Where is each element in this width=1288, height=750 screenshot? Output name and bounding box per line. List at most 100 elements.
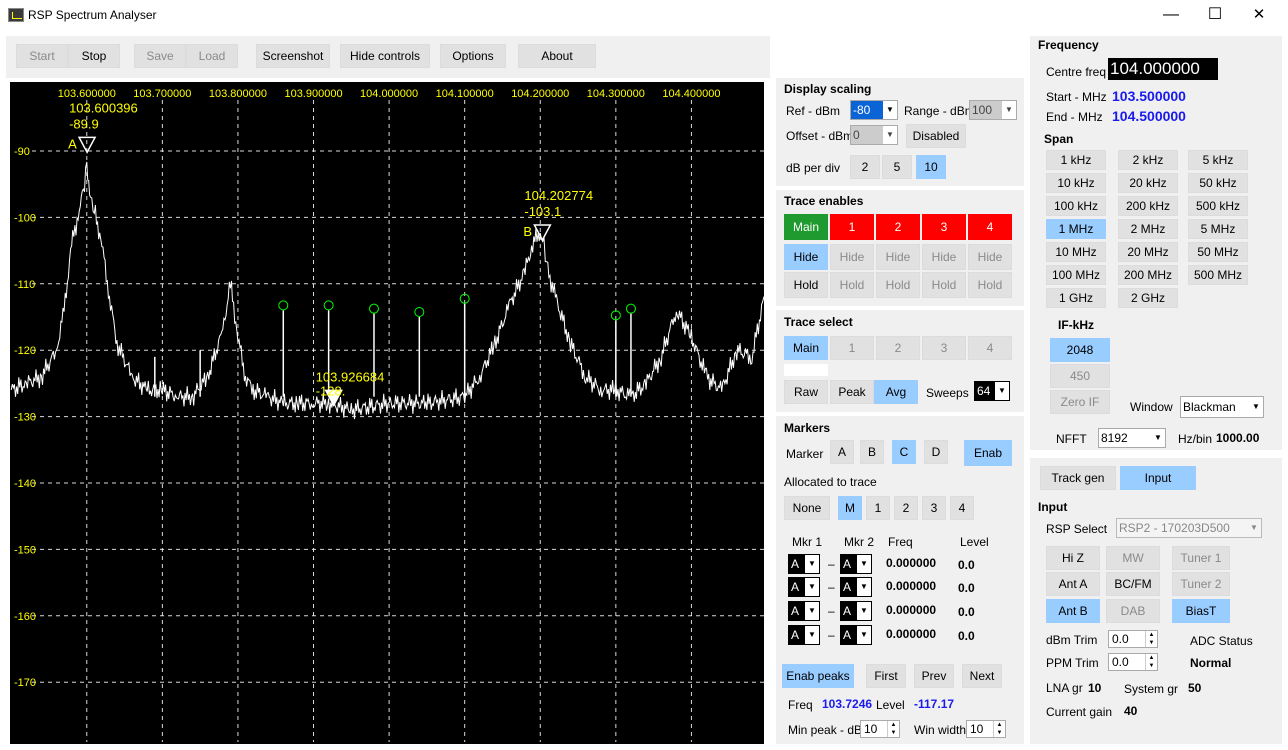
prev-peak-button[interactable]: Prev bbox=[914, 664, 954, 688]
ant-b-button[interactable]: Ant B bbox=[1046, 599, 1100, 623]
load-button[interactable]: Load bbox=[186, 44, 238, 68]
offset-select[interactable]: 0 ▼ bbox=[850, 125, 898, 145]
span-button-1-mhz[interactable]: 1 MHz bbox=[1046, 219, 1106, 239]
trace-select-3[interactable]: 3 bbox=[922, 336, 966, 360]
hide-main-button[interactable]: Hide bbox=[784, 244, 828, 270]
mkr1-select-row4[interactable]: A ▼ bbox=[788, 625, 820, 645]
if-450-button[interactable]: 450 bbox=[1050, 364, 1110, 388]
hide-controls-button[interactable]: Hide controls bbox=[340, 44, 430, 68]
span-button-20-mhz[interactable]: 20 MHz bbox=[1118, 242, 1178, 262]
mkr1-select-row3[interactable]: A ▼ bbox=[788, 601, 820, 621]
marker-d-button[interactable]: D bbox=[924, 440, 948, 464]
window-select[interactable]: Blackman ▼ bbox=[1180, 396, 1264, 418]
marker-b-button[interactable]: B bbox=[860, 440, 884, 464]
span-button-1-ghz[interactable]: 1 GHz bbox=[1046, 288, 1106, 308]
trace-enable-2[interactable]: 2 bbox=[876, 214, 920, 240]
db-div-5-button[interactable]: 5 bbox=[882, 155, 912, 179]
span-button-500-khz[interactable]: 500 kHz bbox=[1188, 196, 1248, 216]
win-width-spinner[interactable]: 10 ▲ ▼ bbox=[966, 720, 1006, 738]
db-div-10-button[interactable]: 10 bbox=[916, 155, 946, 179]
spectrum-plot[interactable]: 103.600000 103.700000 103.800000 103.900000… bbox=[10, 82, 764, 744]
span-button-2-ghz[interactable]: 2 GHz bbox=[1118, 288, 1178, 308]
mkr2-select-row4[interactable]: A ▼ bbox=[840, 625, 872, 645]
span-button-20-khz[interactable]: 20 kHz bbox=[1118, 173, 1178, 193]
span-button-2-mhz[interactable]: 2 MHz bbox=[1118, 219, 1178, 239]
peak-button[interactable]: Peak bbox=[830, 380, 874, 404]
screenshot-button[interactable]: Screenshot bbox=[256, 44, 330, 68]
span-button-5-khz[interactable]: 5 kHz bbox=[1188, 150, 1248, 170]
span-button-10-mhz[interactable]: 10 MHz bbox=[1046, 242, 1106, 262]
db-div-2-button[interactable]: 2 bbox=[850, 155, 880, 179]
span-button-10-khz[interactable]: 10 kHz bbox=[1046, 173, 1106, 193]
tuner2-button[interactable]: Tuner 2 bbox=[1172, 572, 1230, 596]
hold-1-button[interactable]: Hold bbox=[830, 272, 874, 298]
trace-enable-1[interactable]: 1 bbox=[830, 214, 874, 240]
alloc-4-button[interactable]: 4 bbox=[950, 496, 974, 520]
min-peak-spinner[interactable]: 10 ▲ ▼ bbox=[860, 720, 900, 738]
stop-button[interactable]: Stop bbox=[68, 44, 120, 68]
marker-a-button[interactable]: A bbox=[830, 440, 854, 464]
hide-3-button[interactable]: Hide bbox=[922, 244, 966, 270]
about-button[interactable]: About bbox=[518, 44, 596, 68]
alloc-1-button[interactable]: 1 bbox=[866, 496, 890, 520]
hide-4-button[interactable]: Hide bbox=[968, 244, 1012, 270]
span-button-100-mhz[interactable]: 100 MHz bbox=[1046, 265, 1106, 285]
rsp-select[interactable]: RSP2 - 170203D500 ▼ bbox=[1116, 518, 1262, 538]
sweeps-select[interactable]: 64 ▼ bbox=[974, 381, 1010, 401]
mkr1-select-row2[interactable]: A ▼ bbox=[788, 577, 820, 597]
span-button-2-khz[interactable]: 2 kHz bbox=[1118, 150, 1178, 170]
span-button-100-khz[interactable]: 100 kHz bbox=[1046, 196, 1106, 216]
trace-enable-main[interactable]: Main bbox=[784, 214, 828, 240]
span-button-500-mhz[interactable]: 500 MHz bbox=[1188, 265, 1248, 285]
mkr2-select-row3[interactable]: A ▼ bbox=[840, 601, 872, 621]
mkr2-select-row1[interactable]: A ▼ bbox=[840, 554, 872, 574]
trace-select-4[interactable]: 4 bbox=[968, 336, 1012, 360]
start-button[interactable]: Start bbox=[16, 44, 68, 68]
alloc-main-button[interactable]: M bbox=[838, 496, 862, 520]
centre-freq-input[interactable]: 104.000000 bbox=[1108, 58, 1218, 80]
marker-c-button[interactable]: C bbox=[892, 440, 916, 464]
alloc-none-button[interactable]: None bbox=[784, 496, 830, 520]
span-button-50-khz[interactable]: 50 kHz bbox=[1188, 173, 1248, 193]
offset-disabled-button[interactable]: Disabled bbox=[906, 124, 966, 148]
range-select[interactable]: 100 ▼ bbox=[969, 100, 1017, 120]
if-2048-button[interactable]: 2048 bbox=[1050, 338, 1110, 362]
mw-button[interactable]: MW bbox=[1106, 546, 1160, 570]
close-button[interactable]: ✕ bbox=[1236, 0, 1282, 30]
hold-2-button[interactable]: Hold bbox=[876, 272, 920, 298]
input-tab[interactable]: Input bbox=[1120, 466, 1196, 490]
next-peak-button[interactable]: Next bbox=[962, 664, 1002, 688]
marker-enable-button[interactable]: Enab bbox=[964, 440, 1012, 466]
dab-button[interactable]: DAB bbox=[1106, 599, 1160, 623]
trace-select-main[interactable]: Main bbox=[784, 336, 828, 360]
span-button-200-mhz[interactable]: 200 MHz bbox=[1118, 265, 1178, 285]
tuner1-button[interactable]: Tuner 1 bbox=[1172, 546, 1230, 570]
zero-if-button[interactable]: Zero IF bbox=[1050, 390, 1110, 414]
avg-button[interactable]: Avg bbox=[874, 380, 918, 404]
enable-peaks-button[interactable]: Enab peaks bbox=[782, 664, 854, 688]
bias-t-button[interactable]: BiasT bbox=[1172, 599, 1230, 623]
options-button[interactable]: Options bbox=[440, 44, 506, 68]
hold-4-button[interactable]: Hold bbox=[968, 272, 1012, 298]
minimize-button[interactable]: — bbox=[1148, 0, 1194, 30]
span-button-200-khz[interactable]: 200 kHz bbox=[1118, 196, 1178, 216]
ppm-trim-spinner[interactable]: 0.0 ▲ ▼ bbox=[1108, 653, 1158, 671]
mkr1-select-row1[interactable]: A ▼ bbox=[788, 554, 820, 574]
raw-button[interactable]: Raw bbox=[784, 380, 828, 404]
maximize-button[interactable]: ☐ bbox=[1192, 0, 1238, 30]
trace-select-1[interactable]: 1 bbox=[830, 336, 874, 360]
span-button-5-mhz[interactable]: 5 MHz bbox=[1188, 219, 1248, 239]
alloc-2-button[interactable]: 2 bbox=[894, 496, 918, 520]
trace-enable-3[interactable]: 3 bbox=[922, 214, 966, 240]
ref-select[interactable]: -80 ▼ bbox=[850, 100, 898, 120]
mkr2-select-row2[interactable]: A ▼ bbox=[840, 577, 872, 597]
trace-enable-4[interactable]: 4 bbox=[968, 214, 1012, 240]
hold-3-button[interactable]: Hold bbox=[922, 272, 966, 298]
hold-main-button[interactable]: Hold bbox=[784, 272, 828, 298]
span-button-1-khz[interactable]: 1 kHz bbox=[1046, 150, 1106, 170]
ant-a-button[interactable]: Ant A bbox=[1046, 572, 1100, 596]
alloc-3-button[interactable]: 3 bbox=[922, 496, 946, 520]
hide-1-button[interactable]: Hide bbox=[830, 244, 874, 270]
nfft-select[interactable]: 8192 ▼ bbox=[1098, 428, 1166, 448]
first-peak-button[interactable]: First bbox=[866, 664, 906, 688]
